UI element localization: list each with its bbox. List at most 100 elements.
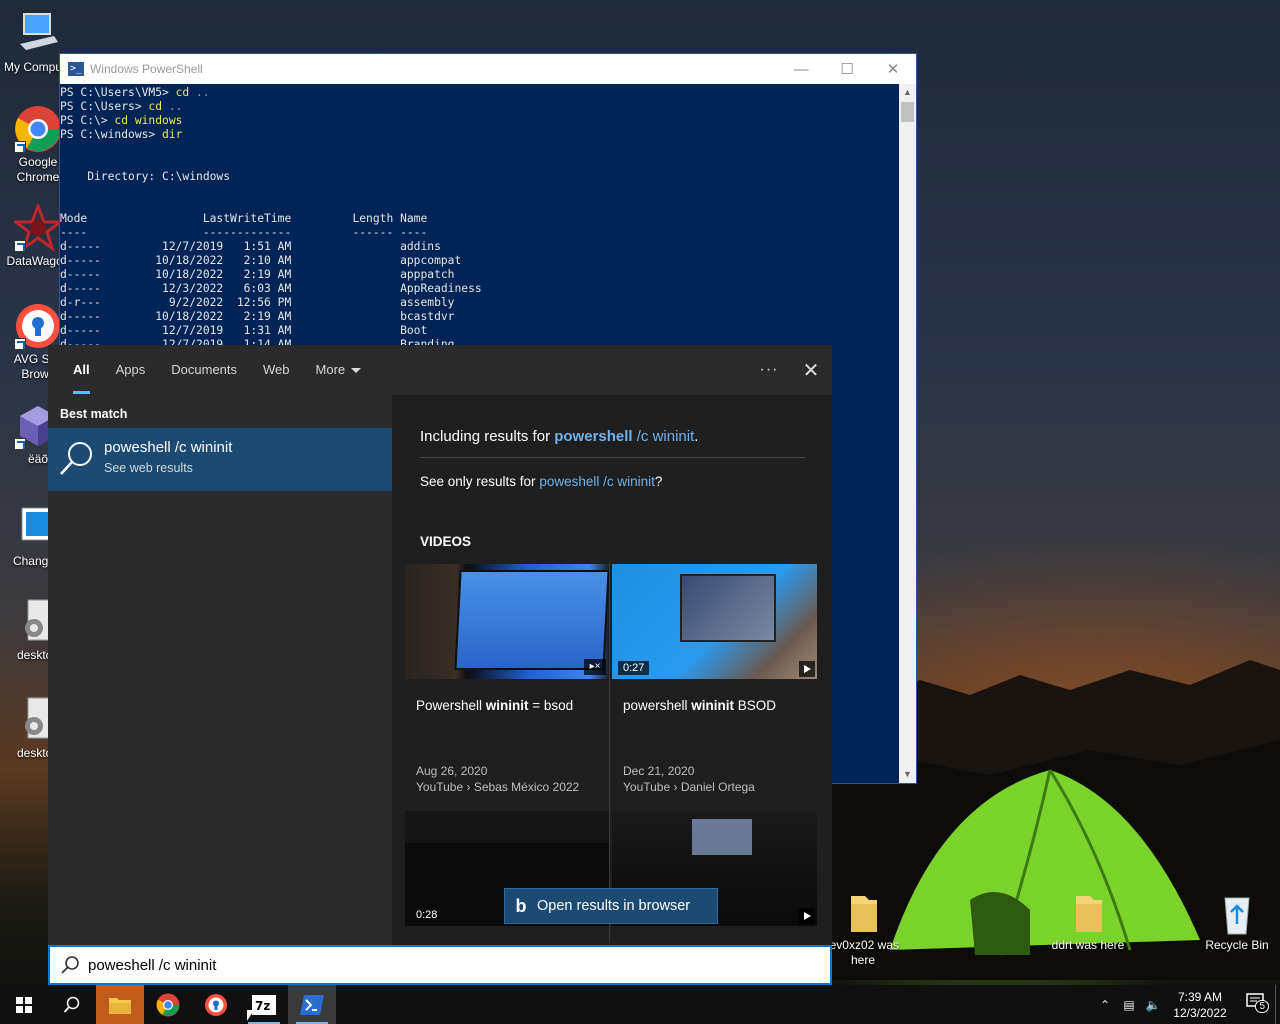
console-header: Mode LastWriteTime Length Name [60, 212, 428, 225]
search-box[interactable] [48, 945, 832, 985]
video-card[interactable]: ▸× Powershell wininit = bsod Aug 26, 202… [405, 564, 610, 794]
video-duration: 0:27 [618, 661, 650, 675]
chevron-down-icon [351, 368, 362, 374]
folder-icon [839, 892, 887, 936]
tab-apps[interactable]: Apps [103, 345, 159, 395]
taskbar-chrome[interactable] [144, 985, 192, 1024]
video-duration: 0:28 [416, 909, 438, 921]
shortcut-arrow-icon [14, 438, 26, 450]
7zip-icon: 7z [252, 994, 276, 1015]
play-icon[interactable] [799, 661, 815, 677]
console-row: d----- 12/3/2022 6:03 AM AppReadiness [60, 282, 482, 295]
close-icon[interactable]: ✕ [790, 358, 832, 383]
console-row: d----- 10/18/2022 2:19 AM apppatch [60, 268, 455, 281]
scroll-down-icon[interactable]: ▼ [899, 766, 916, 783]
minimize-button[interactable]: — [778, 54, 824, 84]
see-only-text: See only results for poweshell /c winini… [420, 474, 663, 489]
desktop-icon-label: Recycle Bin [1205, 938, 1269, 952]
action-center-button[interactable]: 5 [1235, 992, 1275, 1017]
shortcut-arrow-icon [14, 240, 26, 252]
mouse-cursor [247, 1010, 254, 1021]
console-header-rule: ---- ------------- ------ ---- [60, 226, 428, 239]
scroll-up-icon[interactable]: ▲ [899, 84, 916, 101]
best-match-heading: Best match [60, 407, 128, 421]
clock[interactable]: 7:39 AM 12/3/2022 [1165, 989, 1235, 1021]
taskbar: 7z ⌃ ▤ 🔈 7:39 AM 12/3/2022 5 [0, 985, 1280, 1024]
tab-documents[interactable]: Documents [158, 345, 250, 395]
console-line: PS C:\windows> dir [60, 128, 183, 141]
search-icon [48, 428, 104, 491]
taskbar-file-explorer[interactable] [96, 985, 144, 1024]
recycle-bin-icon [1213, 892, 1261, 936]
tab-more-label: More [315, 362, 346, 377]
bing-icon: b [515, 895, 527, 916]
console-directory: Directory: C:\windows [60, 170, 231, 183]
best-match-title: poweshell /c wininit [104, 439, 233, 456]
tab-all[interactable]: All [60, 345, 103, 395]
tent-image [890, 769, 1200, 956]
start-button[interactable] [0, 985, 48, 1024]
video-card[interactable]: 0:27 powershell wininit BSOD Dec 21, 202… [612, 564, 817, 794]
clock-time: 7:39 AM [1177, 989, 1223, 1004]
desktop-icon-label: ëäõ [27, 452, 49, 466]
tab-web[interactable]: Web [250, 345, 303, 395]
taskbar-avg-browser[interactable] [192, 985, 240, 1024]
maximize-button[interactable]: ☐ [824, 54, 870, 84]
video-thumbnail[interactable]: 0:27 [612, 564, 817, 679]
windows-logo-icon [16, 996, 32, 1013]
console-line: PS C:\Users> cd .. [60, 100, 183, 113]
desktop-icon-folder-lev0xz02[interactable]: lev0xz02 was here [825, 892, 901, 968]
powershell-icon [300, 994, 324, 1015]
video-source: YouTube › Daniel Ortega [623, 780, 755, 794]
shortcut-arrow-icon [14, 338, 26, 350]
search-icon [50, 946, 88, 984]
shortcut-arrow-icon [14, 141, 26, 153]
video-column-divider [609, 563, 610, 943]
close-button[interactable]: ✕ [870, 54, 916, 84]
desktop-icon-recycle-bin[interactable]: Recycle Bin [1197, 892, 1277, 953]
see-only-link[interactable]: poweshell /c wininit [539, 474, 655, 489]
notification-count: 5 [1255, 1000, 1269, 1013]
datawagon-icon [11, 201, 65, 252]
preview-pane: Including results for powershell /c wini… [392, 395, 832, 945]
desktop-icon-folder-ddrt[interactable]: ddrt was here [1048, 892, 1128, 953]
system-tray: ⌃ ▤ 🔈 7:39 AM 12/3/2022 5 [1093, 985, 1280, 1024]
chevron-up-icon[interactable]: ⌃ [1093, 998, 1117, 1012]
video-source: YouTube › Sebas México 2022 [416, 780, 580, 794]
search-tabs: All Apps Documents Web More ··· ✕ [48, 345, 832, 395]
video-title: powershell wininit BSOD [623, 698, 777, 713]
desktop-icon-label: lev0xz02 was here [826, 938, 900, 967]
tab-more[interactable]: More [303, 345, 375, 395]
network-icon[interactable]: ▤ [1117, 998, 1141, 1012]
taskbar-powershell[interactable] [288, 985, 336, 1024]
desktop-icon-label: ddrt was here [1051, 938, 1125, 952]
video-title: Powershell wininit = bsod [416, 698, 574, 713]
best-match-item[interactable]: poweshell /c wininit See web results [48, 428, 392, 491]
console-row: d----- 10/18/2022 2:10 AM appcompat [60, 254, 462, 267]
search-panel: All Apps Documents Web More ··· ✕ Best m… [48, 345, 832, 985]
console-line: PS C:\Users\VM5> cd .. [60, 86, 210, 99]
console-row: d----- 12/7/2019 1:51 AM addins [60, 240, 441, 253]
scroll-thumb[interactable] [901, 102, 914, 122]
video-date: Dec 21, 2020 [623, 764, 695, 778]
mute-icon[interactable]: ▸× [584, 659, 606, 675]
taskbar-search-button[interactable] [48, 985, 96, 1024]
chrome-icon [156, 993, 180, 1016]
window-title: Windows PowerShell [90, 62, 203, 76]
computer-icon [14, 10, 62, 58]
desktop-icon-label: Google Chrome [16, 155, 60, 184]
more-options-icon[interactable]: ··· [748, 361, 790, 379]
show-desktop-button[interactable] [1275, 985, 1280, 1024]
avg-browser-icon [14, 302, 62, 350]
search-input[interactable] [88, 956, 788, 974]
volume-icon[interactable]: 🔈 [1141, 998, 1165, 1012]
open-in-browser-label: Open results in browser [537, 898, 691, 914]
chrome-icon [14, 105, 62, 153]
play-icon[interactable] [799, 908, 815, 924]
powershell-titlebar[interactable]: >_ Windows PowerShell — ☐ ✕ [60, 54, 916, 84]
including-link[interactable]: powershell [554, 428, 632, 445]
search-icon [63, 996, 80, 1013]
vertical-scrollbar[interactable]: ▲ ▼ [899, 84, 916, 783]
open-in-browser-button[interactable]: b Open results in browser [504, 888, 718, 924]
video-thumbnail[interactable]: ▸× [405, 564, 610, 679]
